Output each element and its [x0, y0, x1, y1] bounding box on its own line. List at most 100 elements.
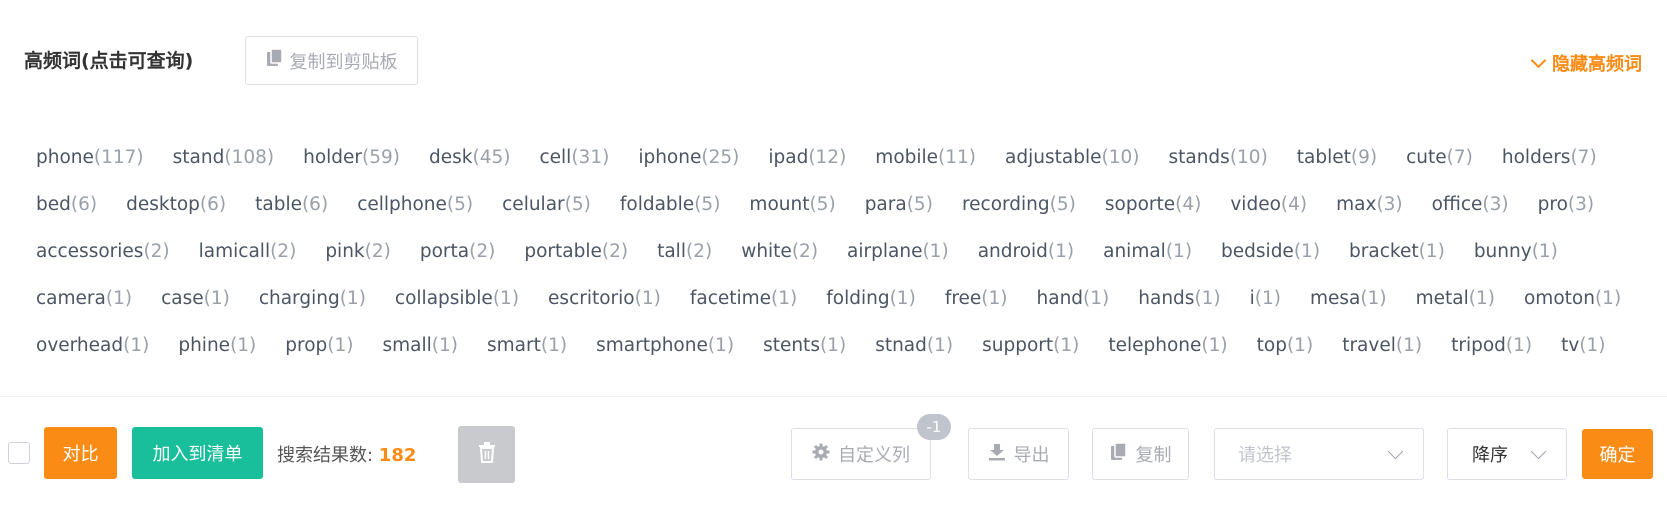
keyword-link[interactable]: case(1) — [161, 288, 230, 309]
keyword-link[interactable]: video(4) — [1230, 194, 1307, 215]
keyword-text: pro — [1537, 194, 1568, 215]
keyword-link[interactable]: airplane(1) — [847, 241, 949, 262]
copy-to-clipboard-button[interactable]: 复制到剪贴板 — [245, 36, 418, 85]
keyword-link[interactable]: smart(1) — [487, 335, 567, 356]
keyword-link[interactable]: ipad(12) — [768, 147, 846, 168]
keyword-link[interactable]: folding(1) — [826, 288, 916, 309]
keyword-link[interactable]: office(3) — [1432, 194, 1509, 215]
keyword-link[interactable]: table(6) — [255, 194, 328, 215]
compare-button[interactable]: 对比 — [44, 427, 117, 479]
keyword-link[interactable]: stand(108) — [173, 147, 274, 168]
confirm-button[interactable]: 确定 — [1582, 429, 1653, 479]
keyword-link[interactable]: bed(6) — [36, 194, 97, 215]
keyword-text: support — [982, 335, 1054, 356]
keyword-link[interactable]: pink(2) — [325, 241, 391, 262]
keyword-link[interactable]: foldable(5) — [620, 194, 721, 215]
keyword-link[interactable]: hands(1) — [1138, 288, 1220, 309]
keyword-link[interactable]: charging(1) — [259, 288, 366, 309]
keyword-link[interactable]: mobile(11) — [875, 147, 976, 168]
delete-button[interactable] — [458, 426, 515, 483]
keyword-link[interactable]: phone(117) — [36, 147, 144, 168]
keyword-link[interactable]: desktop(6) — [126, 194, 226, 215]
keyword-link[interactable]: tablet(9) — [1297, 147, 1377, 168]
keyword-link[interactable]: phine(1) — [178, 335, 256, 356]
keyword-link[interactable]: stents(1) — [763, 335, 846, 356]
custom-columns-badge: -1 — [917, 414, 951, 440]
keyword-link[interactable]: white(2) — [741, 241, 818, 262]
keyword-link[interactable]: metal(1) — [1416, 288, 1495, 309]
search-result-label: 搜索结果数: — [277, 445, 379, 466]
keyword-link[interactable]: omoton(1) — [1524, 288, 1621, 309]
keyword-text: mesa — [1310, 288, 1361, 309]
word-row: phone(117) stand(108) holder(59) desk(45) ce… — [36, 134, 1636, 181]
keyword-link[interactable]: bunny(1) — [1474, 241, 1558, 262]
keyword-link[interactable]: animal(1) — [1103, 241, 1192, 262]
keyword-link[interactable]: i(1) — [1250, 288, 1281, 309]
keyword-count: (2) — [791, 241, 819, 262]
keyword-link[interactable]: travel(1) — [1342, 335, 1422, 356]
keyword-link[interactable]: top(1) — [1257, 335, 1314, 356]
keyword-link[interactable]: cute(7) — [1406, 147, 1473, 168]
keyword-link[interactable]: prop(1) — [285, 335, 353, 356]
keyword-link[interactable]: max(3) — [1336, 194, 1403, 215]
keyword-link[interactable]: free(1) — [945, 288, 1008, 309]
search-result-count: 搜索结果数: 182 — [277, 441, 416, 467]
keyword-link[interactable]: hand(1) — [1037, 288, 1110, 309]
keyword-link[interactable]: android(1) — [978, 241, 1074, 262]
column-select[interactable]: 请选择 — [1214, 428, 1424, 480]
keyword-link[interactable]: facetime(1) — [690, 288, 797, 309]
export-button[interactable]: 导出 — [968, 428, 1069, 480]
keyword-link[interactable]: tripod(1) — [1451, 335, 1532, 356]
keyword-link[interactable]: support(1) — [982, 335, 1079, 356]
custom-columns-button[interactable]: 自定义列 — [791, 428, 931, 480]
keyword-count: (1) — [1286, 335, 1314, 356]
chevron-down-icon — [1530, 52, 1547, 68]
keyword-link[interactable]: small(1) — [383, 335, 459, 356]
keyword-link[interactable]: overhead(1) — [36, 335, 149, 356]
hide-high-frequency-toggle[interactable]: 隐藏高频词 — [1530, 50, 1642, 76]
keyword-link[interactable]: mount(5) — [749, 194, 835, 215]
keyword-count: (1) — [1293, 241, 1321, 262]
select-all-checkbox[interactable] — [8, 442, 30, 464]
keyword-link[interactable]: iphone(25) — [638, 147, 739, 168]
keyword-link[interactable]: holders(7) — [1502, 147, 1597, 168]
keyword-link[interactable]: porta(2) — [420, 241, 495, 262]
keyword-link[interactable]: cell(31) — [539, 147, 609, 168]
page-title: 高频词(点击可查询) — [24, 50, 194, 72]
keyword-link[interactable]: accessories(2) — [36, 241, 170, 262]
add-to-list-button[interactable]: 加入到清单 — [132, 427, 263, 479]
keyword-link[interactable]: pro(3) — [1538, 194, 1594, 215]
keyword-count: (6) — [301, 194, 329, 215]
keyword-count: (6) — [199, 194, 227, 215]
keyword-link[interactable]: soporte(4) — [1105, 194, 1201, 215]
keyword-link[interactable]: mesa(1) — [1310, 288, 1387, 309]
keyword-link[interactable]: recording(5) — [962, 194, 1076, 215]
keyword-count: (59) — [362, 147, 401, 168]
keyword-link[interactable]: tall(2) — [657, 241, 712, 262]
keyword-count: (108) — [224, 147, 275, 168]
keyword-link[interactable]: smartphone(1) — [596, 335, 734, 356]
keyword-text: charging — [258, 288, 340, 309]
keyword-link[interactable]: escritorio(1) — [548, 288, 661, 309]
keyword-count: (1) — [1201, 335, 1228, 356]
keyword-link[interactable]: holder(59) — [303, 147, 400, 168]
keyword-text: omoton — [1523, 288, 1595, 309]
keyword-link[interactable]: camera(1) — [36, 288, 132, 309]
keyword-link[interactable]: para(5) — [865, 194, 933, 215]
keyword-link[interactable]: stnad(1) — [875, 335, 953, 356]
keyword-link[interactable]: cellphone(5) — [357, 194, 473, 215]
keyword-link[interactable]: collapsible(1) — [395, 288, 519, 309]
custom-columns-label: 自定义列 — [838, 445, 910, 466]
keyword-link[interactable]: bracket(1) — [1349, 241, 1445, 262]
keyword-link[interactable]: lamicall(2) — [199, 241, 297, 262]
keyword-link[interactable]: stands(10) — [1168, 147, 1267, 168]
keyword-link[interactable]: desk(45) — [429, 147, 510, 168]
keyword-link[interactable]: celular(5) — [502, 194, 591, 215]
keyword-link[interactable]: tv(1) — [1561, 335, 1605, 356]
keyword-link[interactable]: portable(2) — [524, 241, 628, 262]
copy-button[interactable]: 复制 — [1092, 428, 1189, 480]
sort-order-select[interactable]: 降序 — [1447, 428, 1567, 480]
keyword-link[interactable]: adjustable(10) — [1005, 147, 1139, 168]
keyword-link[interactable]: telephone(1) — [1108, 335, 1227, 356]
keyword-link[interactable]: bedside(1) — [1221, 241, 1320, 262]
